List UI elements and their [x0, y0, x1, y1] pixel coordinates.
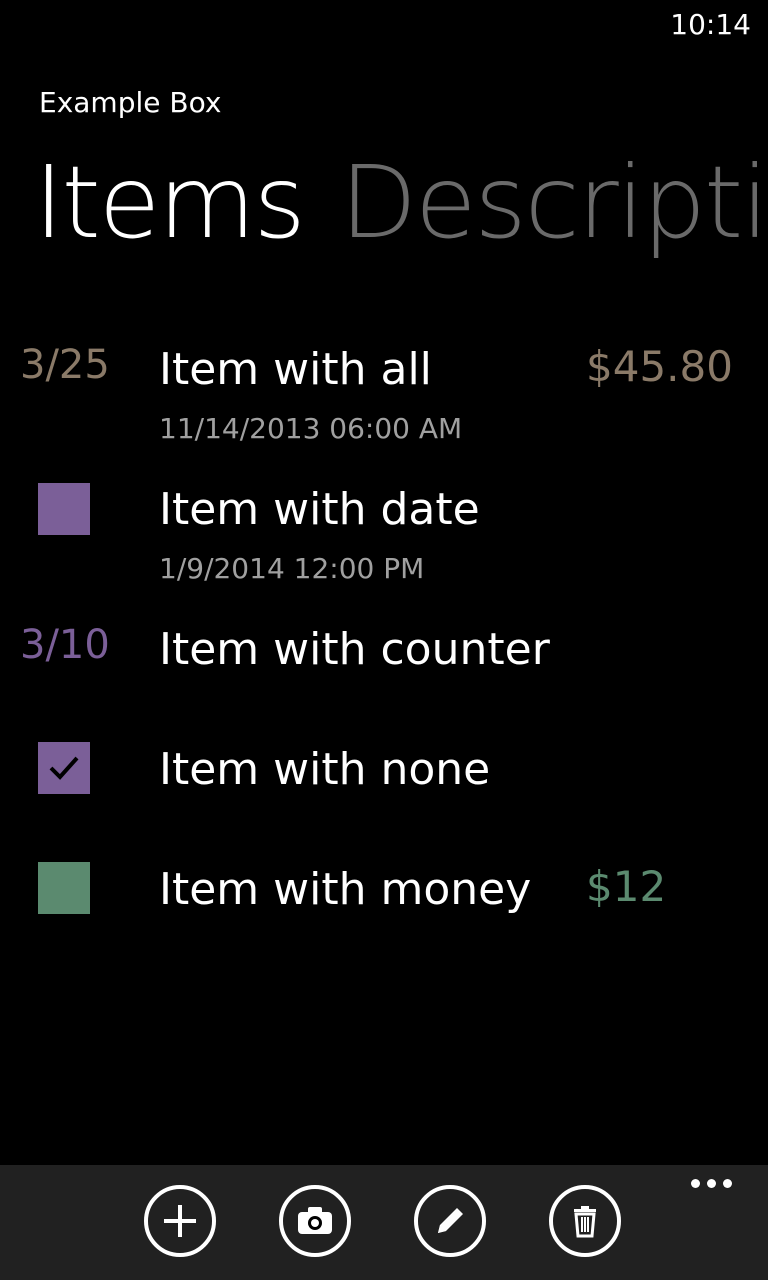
list-item[interactable]: 3/25 Item with all 11/14/2013 06:00 AM $…	[0, 330, 768, 460]
camera-button[interactable]	[279, 1185, 351, 1257]
list-item[interactable]: Item with date 1/9/2014 12:00 PM	[0, 470, 768, 600]
list-item[interactable]: Item with money $12	[0, 860, 768, 940]
green-square-icon	[38, 862, 90, 914]
add-button[interactable]	[144, 1185, 216, 1257]
item-amount: $45.80	[586, 342, 733, 391]
list-item[interactable]: Item with none	[0, 740, 768, 820]
purple-square-icon	[38, 483, 90, 535]
pivot-headers: Items Descripti	[0, 138, 768, 268]
item-amount: $12	[586, 862, 667, 911]
checkbox-checked-icon[interactable]	[38, 742, 90, 794]
item-name: Item with all	[159, 344, 432, 395]
item-name: Item with none	[159, 744, 491, 795]
pivot-header-description[interactable]: Descripti	[340, 138, 768, 268]
item-date: 11/14/2013 06:00 AM	[159, 412, 463, 445]
edit-button[interactable]	[414, 1185, 486, 1257]
camera-icon	[298, 1207, 332, 1234]
item-name: Item with counter	[159, 624, 550, 675]
checkmark-icon	[49, 756, 79, 780]
edit-icon	[438, 1208, 463, 1233]
add-icon	[164, 1205, 196, 1237]
pivot-header-items[interactable]: Items	[34, 138, 306, 268]
item-name: Item with money	[159, 864, 532, 915]
delete-icon	[574, 1206, 596, 1238]
item-name: Item with date	[159, 484, 480, 535]
item-count: 3/25	[20, 342, 110, 388]
status-bar: 10:14	[0, 0, 768, 52]
app-title: Example Box	[39, 86, 222, 119]
clock: 10:14	[670, 8, 751, 41]
delete-button[interactable]	[549, 1185, 621, 1257]
item-date: 1/9/2014 12:00 PM	[159, 552, 425, 585]
list-item[interactable]: 3/10 Item with counter	[0, 620, 768, 700]
item-count: 3/10	[20, 622, 110, 668]
more-icon[interactable]	[691, 1179, 732, 1188]
app-bar	[0, 1165, 768, 1280]
